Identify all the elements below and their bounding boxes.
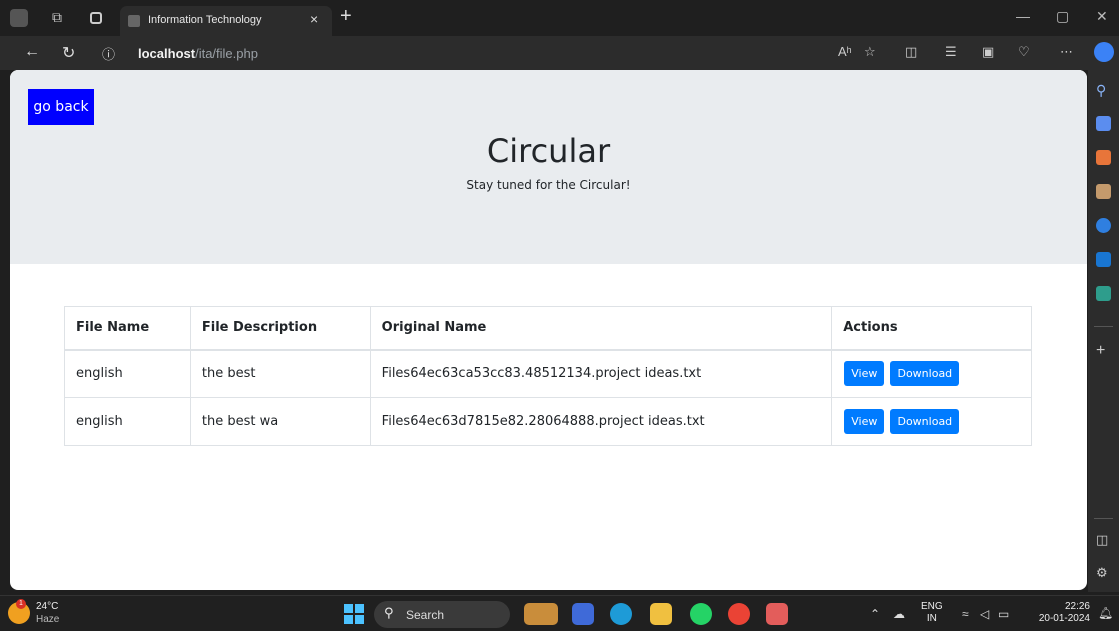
- language-bottom: IN: [926, 613, 937, 624]
- search-icon[interactable]: ⚲: [1096, 82, 1111, 98]
- add-icon[interactable]: +: [1096, 342, 1111, 359]
- header-actions: Actions: [831, 306, 1032, 351]
- settings-gear-icon[interactable]: ⚙: [1096, 565, 1111, 580]
- jumbotron: go back Circular Stay tuned for the Circ…: [10, 70, 1087, 264]
- taskbar-search-box[interactable]: ⚲ Search: [374, 601, 510, 628]
- url-text: localhost/ita/file.php: [138, 46, 258, 61]
- view-button[interactable]: View: [844, 409, 885, 434]
- close-window-icon[interactable]: ✕: [1096, 8, 1108, 25]
- table-row: english the best wa Files64ec63d7815e82.…: [64, 397, 1032, 446]
- collections-icon[interactable]: ▣: [982, 44, 994, 60]
- edge-sidebar: ⚲ + ◫ ⚙: [1088, 70, 1119, 592]
- go-back-button[interactable]: go back: [28, 89, 94, 125]
- search-icon: ⚲: [384, 605, 394, 620]
- download-button[interactable]: Download: [890, 409, 960, 434]
- outlook-icon[interactable]: [1096, 252, 1111, 267]
- notification-bell-icon[interactable]: 🔔︎: [1098, 606, 1113, 620]
- games-icon[interactable]: [1096, 184, 1111, 199]
- read-aloud-icon[interactable]: Aʰ: [838, 44, 852, 59]
- tab-close-icon[interactable]: ×: [310, 11, 318, 27]
- tab-information-technology[interactable]: Information Technology ×: [120, 6, 332, 36]
- table-row: english the best Files64ec63ca53cc83.485…: [64, 349, 1032, 398]
- favorite-star-icon[interactable]: ☆: [864, 44, 876, 60]
- cell-actions: View Download: [831, 397, 1032, 446]
- cell-original-name: Files64ec63ca53cc83.48512134.project ide…: [369, 349, 833, 398]
- language-indicator[interactable]: ENG IN: [921, 601, 943, 625]
- page-viewport: go back Circular Stay tuned for the Circ…: [10, 70, 1087, 590]
- split-screen-icon[interactable]: ◫: [905, 44, 917, 60]
- wifi-icon[interactable]: ≈: [962, 607, 969, 621]
- tab-favicon-icon: [128, 15, 140, 27]
- edge-taskbar-icon[interactable]: [610, 603, 632, 625]
- battery-icon[interactable]: ▭: [998, 607, 1009, 621]
- show-hidden-icons-icon[interactable]: ⌃: [870, 607, 880, 621]
- sidebar-divider: [1094, 518, 1113, 519]
- page-title: Circular: [486, 132, 611, 170]
- url-path: /ita/file.php: [195, 46, 258, 61]
- weather-description[interactable]: Haze: [36, 614, 59, 625]
- drop-icon[interactable]: [1096, 286, 1111, 301]
- weather-temperature[interactable]: 24°C: [36, 601, 58, 612]
- chrome-icon[interactable]: [728, 603, 750, 625]
- files-table: File Name File Description Original Name…: [64, 306, 1032, 446]
- cell-actions: View Download: [831, 349, 1032, 398]
- browser-title-bar: ⧉ Information Technology × + — ▢ ✕: [0, 0, 1119, 36]
- view-button[interactable]: View: [844, 361, 885, 387]
- language-top: ENG: [921, 601, 943, 612]
- tools-icon[interactable]: [1096, 150, 1111, 165]
- windows-start-icon[interactable]: [344, 604, 364, 624]
- clock-time: 22:26: [1064, 601, 1090, 612]
- cell-description: the best wa: [189, 397, 371, 446]
- site-info-icon[interactable]: ⓘ: [102, 44, 115, 63]
- cell-file-name: english: [64, 397, 191, 446]
- sidebar-divider: [1094, 326, 1113, 327]
- header-original-name: Original Name: [369, 306, 833, 351]
- minimize-icon[interactable]: —: [1016, 8, 1030, 24]
- workspaces-icon[interactable]: ⧉: [52, 9, 70, 27]
- volume-icon[interactable]: ◁: [980, 607, 989, 621]
- profile-avatar-icon[interactable]: [10, 9, 28, 27]
- shopping-tag-icon[interactable]: [1096, 116, 1111, 131]
- back-arrow-icon[interactable]: ←: [24, 43, 40, 61]
- tab-actions-icon[interactable]: [90, 12, 102, 24]
- download-button[interactable]: Download: [890, 361, 960, 387]
- browser-essentials-icon[interactable]: ♡: [1018, 44, 1030, 60]
- hide-sidebar-icon[interactable]: ◫: [1096, 532, 1111, 547]
- cloud-icon[interactable]: ☁: [893, 607, 905, 621]
- table-header-row: File Name File Description Original Name…: [64, 306, 1032, 351]
- app-icon[interactable]: [572, 603, 594, 625]
- favorites-icon[interactable]: ☰: [945, 44, 957, 60]
- header-file-description: File Description: [189, 306, 371, 351]
- page-subtitle: Stay tuned for the Circular!: [466, 178, 631, 192]
- widgets-icon[interactable]: [524, 603, 558, 625]
- system-clock[interactable]: 22:26 20-01-2024: [1030, 601, 1090, 625]
- restore-icon[interactable]: ▢: [1056, 8, 1069, 25]
- microsoft365-icon[interactable]: [1096, 218, 1111, 233]
- address-bar[interactable]: ⓘ localhost/ita/file.php: [96, 41, 966, 65]
- more-menu-icon[interactable]: ⋯: [1060, 44, 1073, 60]
- xampp-icon[interactable]: [766, 603, 788, 625]
- tab-title: Information Technology: [148, 14, 262, 26]
- new-tab-button[interactable]: +: [340, 5, 352, 28]
- cell-file-name: english: [64, 349, 191, 398]
- refresh-icon[interactable]: ↻: [62, 43, 75, 63]
- windows-taskbar: 1 24°C Haze ⚲ Search ⌃ ☁ ENG IN ≈ ◁ ▭ 22…: [0, 595, 1119, 631]
- cell-original-name: Files64ec63d7815e82.28064888.project ide…: [369, 397, 833, 446]
- cell-description: the best: [189, 349, 371, 398]
- header-file-name: File Name: [64, 306, 191, 351]
- file-explorer-icon[interactable]: [650, 603, 672, 625]
- weather-badge: 1: [16, 599, 26, 609]
- url-host: localhost: [138, 46, 196, 61]
- whatsapp-icon[interactable]: [690, 603, 712, 625]
- copilot-icon[interactable]: [1094, 42, 1114, 62]
- clock-date: 20-01-2024: [1038, 613, 1090, 624]
- search-label: Search: [406, 608, 445, 622]
